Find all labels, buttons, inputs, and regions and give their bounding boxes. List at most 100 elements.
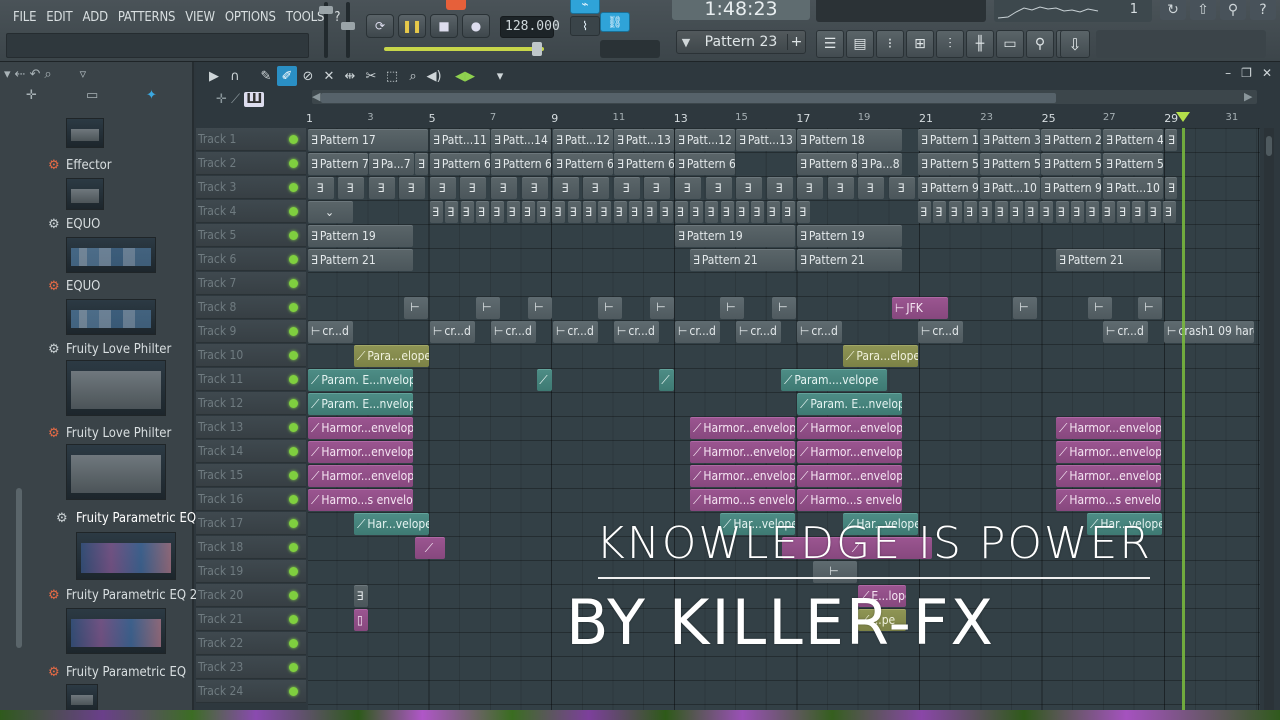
browser-item-label[interactable]: Fruity Parametric EQ 2 [66,588,197,603]
playlist-clip[interactable]: ∃ [766,201,780,223]
playlist-clip[interactable]: ∃ [521,201,535,223]
upload-icon[interactable]: ⇧ [1190,0,1216,20]
track-header[interactable]: Track 1 [196,128,306,151]
track-mute-led[interactable] [289,567,298,576]
track-name[interactable]: Track 14 [198,444,243,458]
playlist-clip[interactable]: ∃ Pattern 8 [797,153,857,175]
playlist-clip[interactable]: ⟋ [537,369,552,391]
playlist-clip[interactable]: ⊢ cr...d [491,321,536,343]
menu-options[interactable]: OPTIONS [220,8,281,28]
playlist-clip[interactable]: ⊢ [650,297,674,319]
pattern-selector-arrow-icon[interactable]: ▼ [677,36,695,49]
playlist-clip[interactable]: ∃ [613,201,627,223]
track-name[interactable]: Track 3 [198,180,236,194]
playlist-clip[interactable]: ∃ [1009,201,1023,223]
playlist-clip[interactable]: ⟋Harmo...s envelope [1056,489,1161,511]
playlist-clip[interactable]: ⊢ cr...d [308,321,353,343]
browser-item-label[interactable]: Fruity Love Philter [66,342,171,357]
track-header[interactable]: Track 24 [196,680,306,703]
browser-item-label[interactable]: EQUO [66,279,100,294]
track-header[interactable]: Track 12 [196,392,306,415]
piano-roll-icon[interactable]: ▤ [846,30,874,58]
track-header[interactable]: Track 16 [196,488,306,511]
loop-icon[interactable]: ⟳ [366,14,394,38]
playlist-clip[interactable]: ⊢ [720,297,744,319]
playlist-clip[interactable]: ∃ [1086,201,1100,223]
track-mute-led[interactable] [289,543,298,552]
playlist-menu-arrow-icon[interactable]: ▶ [204,66,224,86]
playlist-clip[interactable]: ⊢ [1088,297,1112,319]
minimize-icon[interactable]: – [1225,66,1231,80]
playlist-clip[interactable]: ∃ Patt...13 [736,129,796,151]
playlist-clip[interactable]: ∃ Pattern 21 [1056,249,1161,271]
playlist-clip[interactable]: ∃ Pattern 19 [797,225,902,247]
playlist-clip[interactable]: ∃ [797,177,823,199]
playlist-clip[interactable]: ⟋ Harmor...envelope [797,417,902,439]
playlist-clip[interactable]: ∃ Pattern 21 [690,249,795,271]
playlist-clip[interactable]: ∃ Patt...10 [980,177,1040,199]
playlist-clip[interactable]: ⟋ [415,537,445,559]
playlist-clip[interactable]: ∃ [706,177,732,199]
help-icon[interactable]: ? [1250,0,1276,20]
playlist-clip[interactable]: ∃ [475,201,489,223]
playlist-clip[interactable]: ∃ Pattern 5 [980,153,1040,175]
track-mute-led[interactable] [289,231,298,240]
tempo-display[interactable]: 128.000 [500,16,560,38]
playlist-clip[interactable]: ∃ Pattern 6 [675,153,735,175]
playlist-clip[interactable]: ⟋ Param. E...nvelope [797,393,902,415]
track-name[interactable]: Track 8 [198,300,236,314]
playlist-clip[interactable]: ⟋ Harmor...envelope [1056,417,1161,439]
track-name[interactable]: Track 6 [198,252,236,266]
paint-tool-icon[interactable]: ✐ [277,66,297,86]
track-header[interactable]: Track 19 [196,560,306,583]
playlist-clip[interactable]: ⊢ cr...d [797,321,842,343]
track-name[interactable]: Track 2 [198,156,236,170]
link-icon[interactable]: ⛓ [600,12,630,32]
menu-add[interactable]: ADD [77,8,112,28]
playlist-clip[interactable]: ⟋ Harmor...envelope [797,441,902,463]
playlist-clip[interactable]: ∃ [430,177,456,199]
playlist-clip[interactable]: ∃ [1025,201,1039,223]
playlist-clip[interactable]: ∃ Pattern 5 [1103,153,1163,175]
playlist-clip[interactable]: ∃ [460,201,474,223]
playlist-clip[interactable]: ∃ [430,201,443,223]
playlist-clip[interactable]: ∃ Pattern 5 [1041,153,1101,175]
playlist-clip[interactable]: ∃ [598,201,612,223]
playlist-clip[interactable]: ⊢ crash1 09 hard [1164,321,1254,343]
playlist-clip[interactable]: ∃ Pattern 3 [980,129,1040,151]
track-header[interactable]: Track 18 [196,536,306,559]
playlist-clip[interactable]: ∃ Patt...12 [553,129,613,151]
playlist-clip[interactable]: ⊢ cr...d [675,321,720,343]
menu-edit[interactable]: EDIT [41,8,77,28]
track-header[interactable]: Track 2 [196,152,306,175]
playlist-clip[interactable]: ∃ [644,177,670,199]
playlist-clip[interactable]: ∃ [567,201,581,223]
track-name[interactable]: Track 9 [198,324,236,338]
download-icon[interactable]: ⇩ [1060,30,1090,58]
track-name[interactable]: Track 17 [198,516,243,530]
playlist-clip[interactable]: ∃ Pattern 4 [1103,129,1163,151]
track-mute-led[interactable] [289,495,298,504]
track-mute-led[interactable] [289,399,298,408]
plugin-thumbnail[interactable] [66,684,98,712]
playlist-clip[interactable]: ∃ Pattern 2 [1041,129,1101,151]
track-name[interactable]: Track 12 [198,396,243,410]
playlist-clip[interactable]: ∃ Pattern 6 [553,153,613,175]
playlist-clip[interactable]: ⊢ [598,297,622,319]
plugin-thumbnail[interactable] [66,360,166,416]
playlist-clip[interactable]: ⊢ [1138,297,1162,319]
playlist-clip[interactable]: ∃ [705,201,719,223]
slip-tool-icon[interactable]: ⇹ [340,66,360,86]
playlist-clip[interactable]: ∃ Patt...10 [1103,177,1163,199]
playlist-clip[interactable]: ∃ [781,201,795,223]
playlist-clip[interactable]: ∃ [491,177,517,199]
playlist-clip[interactable]: ▯ [354,609,368,631]
track-mute-led[interactable] [289,423,298,432]
playlist-clip[interactable]: ⟋ Para...elope [843,345,918,367]
playlist-vertical-scroll-thumb[interactable] [1266,136,1272,156]
channel-rack-icon[interactable]: ⁝ [876,30,904,58]
playlist-vertical-scrollbar[interactable] [1264,128,1274,720]
track-mute-led[interactable] [289,591,298,600]
playlist-clip[interactable]: ⟋ Param....velope [781,369,887,391]
playlist-clip[interactable]: ⊢ cr...d [430,321,475,343]
